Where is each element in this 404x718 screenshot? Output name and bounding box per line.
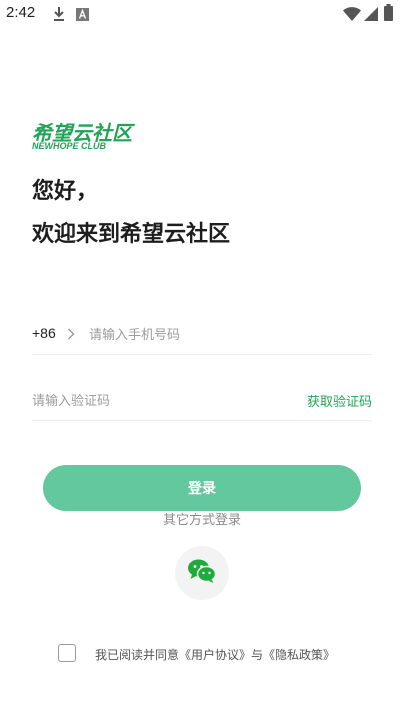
verify-code-row: 获取验证码 bbox=[32, 382, 372, 421]
status-bar: 2:42 bbox=[0, 0, 404, 28]
wechat-icon bbox=[187, 558, 217, 588]
agreement-row: 我已阅读并同意《用户协议》与《隐私政策》 bbox=[58, 643, 368, 665]
signal-icon bbox=[364, 6, 378, 25]
phone-row: +86 bbox=[32, 316, 372, 355]
status-time: 2:42 bbox=[6, 4, 36, 21]
other-login-label: 其它方式登录 bbox=[162, 513, 241, 528]
agreement-checkbox[interactable] bbox=[58, 644, 76, 662]
greeting-line-2: 欢迎来到希望云社区 bbox=[32, 222, 231, 247]
download-icon bbox=[52, 6, 66, 26]
battery-icon bbox=[384, 4, 393, 25]
agreement-prefix: 我已阅读并同意 bbox=[95, 648, 180, 662]
font-icon bbox=[76, 6, 89, 25]
chevron-right-icon[interactable] bbox=[66, 326, 76, 345]
phone-input[interactable] bbox=[89, 325, 359, 345]
agreement-conjunction: 与 bbox=[251, 648, 264, 662]
get-code-button[interactable]: 获取验证码 bbox=[307, 391, 372, 410]
brand-name-en: NEWHOPE CLUB bbox=[32, 141, 106, 151]
wechat-login-button[interactable] bbox=[175, 546, 229, 600]
country-code-selector[interactable]: +86 bbox=[32, 325, 56, 341]
wifi-icon bbox=[343, 6, 361, 25]
agreement-text: 我已阅读并同意《用户协议》与《隐私政策》 bbox=[95, 646, 335, 663]
brand-logo: 希望云社区 NEWHOPE CLUB bbox=[32, 117, 136, 153]
privacy-policy-link[interactable]: 《隐私政策》 bbox=[263, 648, 335, 662]
user-agreement-link[interactable]: 《用户协议》 bbox=[179, 648, 251, 662]
login-button[interactable]: 登录 bbox=[43, 465, 361, 511]
verify-code-input[interactable] bbox=[32, 391, 282, 411]
greeting-line-1: 您好， bbox=[32, 179, 99, 204]
